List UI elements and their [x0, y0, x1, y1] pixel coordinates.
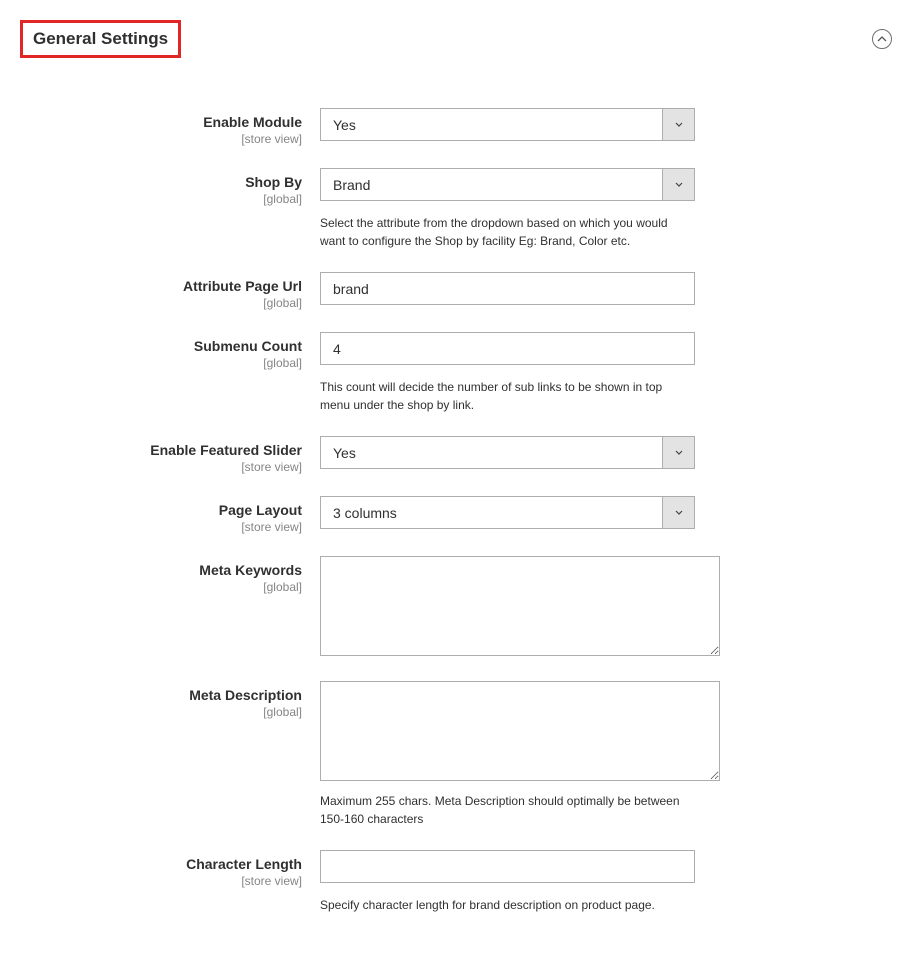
field-label: Enable Featured Slider [150, 442, 302, 458]
label-col: Submenu Count [global] [20, 332, 320, 370]
label-col: Meta Keywords [global] [20, 556, 320, 594]
field-enable-module: Enable Module [store view] Yes [20, 108, 892, 146]
label-col: Page Layout [store view] [20, 496, 320, 534]
character-length-help: Specify character length for brand descr… [320, 896, 695, 914]
input-col [320, 332, 720, 365]
collapse-toggle[interactable] [872, 29, 892, 49]
submenu-count-help: This count will decide the number of sub… [320, 378, 695, 414]
field-attribute-page-url: Attribute Page Url [global] [20, 272, 892, 310]
shop-by-help: Select the attribute from the dropdown b… [320, 214, 695, 250]
section-title: General Settings [20, 20, 181, 58]
enable-module-select[interactable]: Yes [320, 108, 695, 141]
field-submenu-count: Submenu Count [global] [20, 332, 892, 370]
input-col [320, 681, 720, 784]
meta-description-help: Maximum 255 chars. Meta Description shou… [320, 792, 695, 828]
field-label: Submenu Count [194, 338, 302, 354]
submenu-count-input[interactable] [320, 332, 695, 365]
character-length-input[interactable] [320, 850, 695, 883]
field-label: Meta Keywords [199, 562, 302, 578]
featured-slider-select[interactable]: Yes [320, 436, 695, 469]
label-col: Character Length [store view] [20, 850, 320, 888]
select-wrapper: Yes [320, 108, 695, 141]
field-scope: [global] [20, 296, 302, 310]
field-label: Attribute Page Url [183, 278, 302, 294]
field-label: Enable Module [203, 114, 302, 130]
field-shop-by: Shop By [global] Brand [20, 168, 892, 206]
input-col [320, 556, 720, 659]
field-meta-keywords: Meta Keywords [global] [20, 556, 892, 659]
field-character-length: Character Length [store view] [20, 850, 892, 888]
select-wrapper: Yes [320, 436, 695, 469]
input-col: Yes [320, 108, 720, 141]
field-label: Meta Description [189, 687, 302, 703]
field-meta-description: Meta Description [global] [20, 681, 892, 784]
field-scope: [global] [20, 705, 302, 719]
field-scope: [global] [20, 580, 302, 594]
field-label: Character Length [186, 856, 302, 872]
meta-keywords-textarea[interactable] [320, 556, 720, 656]
field-label: Shop By [245, 174, 302, 190]
label-col: Shop By [global] [20, 168, 320, 206]
field-scope: [store view] [20, 874, 302, 888]
shop-by-select[interactable]: Brand [320, 168, 695, 201]
input-col [320, 272, 720, 305]
field-scope: [store view] [20, 520, 302, 534]
input-col: 3 columns [320, 496, 720, 529]
section-header: General Settings [20, 20, 892, 58]
label-col: Enable Module [store view] [20, 108, 320, 146]
field-scope: [global] [20, 192, 302, 206]
field-scope: [store view] [20, 460, 302, 474]
meta-description-textarea[interactable] [320, 681, 720, 781]
field-scope: [global] [20, 356, 302, 370]
field-label: Page Layout [219, 502, 302, 518]
label-col: Meta Description [global] [20, 681, 320, 719]
input-col: Brand [320, 168, 720, 201]
select-wrapper: Brand [320, 168, 695, 201]
label-col: Attribute Page Url [global] [20, 272, 320, 310]
input-col: Yes [320, 436, 720, 469]
input-col [320, 850, 720, 883]
page-layout-select[interactable]: 3 columns [320, 496, 695, 529]
attribute-page-url-input[interactable] [320, 272, 695, 305]
chevron-up-icon [877, 36, 887, 42]
field-scope: [store view] [20, 132, 302, 146]
label-col: Enable Featured Slider [store view] [20, 436, 320, 474]
select-wrapper: 3 columns [320, 496, 695, 529]
field-enable-featured-slider: Enable Featured Slider [store view] Yes [20, 436, 892, 474]
field-page-layout: Page Layout [store view] 3 columns [20, 496, 892, 534]
